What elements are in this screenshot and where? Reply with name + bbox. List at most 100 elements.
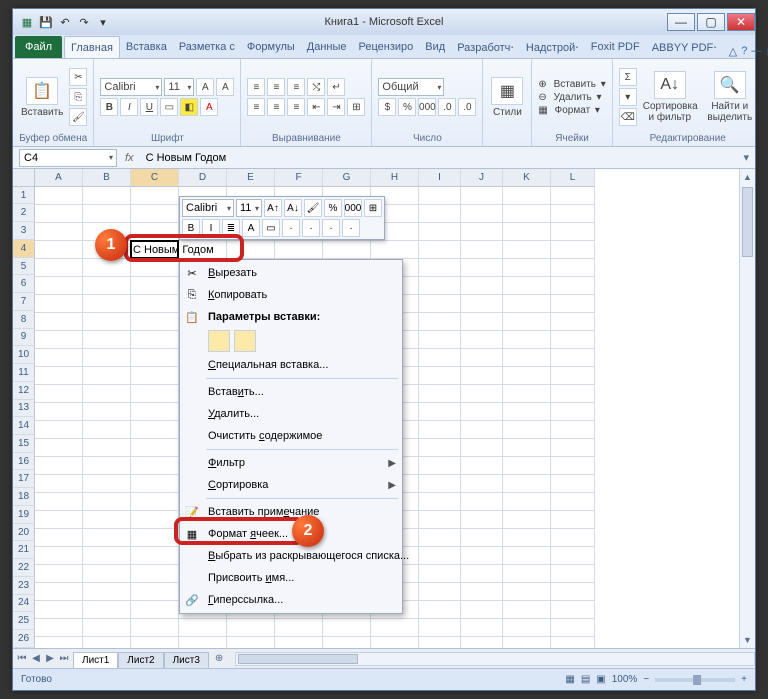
cell[interactable]: [461, 439, 503, 457]
sheet-nav-first-icon[interactable]: ⏮: [15, 653, 29, 664]
column-header[interactable]: A: [35, 169, 83, 187]
cells-format-button[interactable]: ▦ Формат ▾: [538, 105, 605, 116]
mini-toolbar-icon[interactable]: A: [242, 219, 260, 237]
row-header[interactable]: 6: [13, 275, 35, 293]
cell[interactable]: [551, 511, 595, 529]
font-color-icon[interactable]: A: [200, 98, 218, 116]
new-sheet-icon[interactable]: ⊕: [209, 653, 229, 664]
cell[interactable]: [323, 619, 371, 637]
mini-toolbar-icon[interactable]: B: [182, 219, 200, 237]
cell[interactable]: [35, 187, 83, 205]
row-header[interactable]: 1: [13, 187, 35, 205]
cell[interactable]: [83, 313, 131, 331]
cell[interactable]: [227, 637, 275, 648]
mini-toolbar-icon[interactable]: A↑: [264, 199, 282, 217]
context-menu-item[interactable]: Очистить содержимое: [180, 425, 402, 447]
sheet-tab[interactable]: Лист2: [118, 652, 163, 668]
cell[interactable]: [461, 331, 503, 349]
vertical-scrollbar[interactable]: ▲ ▼: [739, 169, 755, 648]
cell[interactable]: [35, 349, 83, 367]
cell[interactable]: [275, 637, 323, 648]
context-menu-item[interactable]: 📋Параметры вставки:: [180, 306, 402, 328]
cell[interactable]: [551, 241, 595, 259]
cell[interactable]: С Новым Годом: [131, 241, 179, 259]
cell[interactable]: [35, 259, 83, 277]
cell[interactable]: [83, 511, 131, 529]
column-header[interactable]: H: [371, 169, 419, 187]
cell[interactable]: [419, 511, 461, 529]
mini-toolbar-icon[interactable]: 🖌: [304, 199, 322, 217]
cell[interactable]: [35, 511, 83, 529]
cut-icon[interactable]: ✂: [69, 68, 87, 86]
cell[interactable]: [227, 619, 275, 637]
sort-filter-button[interactable]: A↓ Сортировка и фильтр: [641, 69, 699, 125]
sheet-tab[interactable]: Лист3: [164, 652, 209, 668]
cell[interactable]: [35, 385, 83, 403]
select-all-corner[interactable]: [13, 169, 35, 187]
mini-toolbar-icon[interactable]: ·: [342, 219, 360, 237]
cell[interactable]: [551, 601, 595, 619]
cell[interactable]: [35, 529, 83, 547]
cell[interactable]: [551, 295, 595, 313]
qat-dropdown-icon[interactable]: ▾: [95, 14, 111, 30]
cell[interactable]: [131, 601, 179, 619]
maximize-button[interactable]: ▢: [697, 13, 725, 31]
italic-icon[interactable]: I: [120, 98, 138, 116]
zoom-value[interactable]: 100%: [612, 674, 638, 685]
cell[interactable]: [461, 475, 503, 493]
cell[interactable]: [83, 565, 131, 583]
row-header[interactable]: 20: [13, 524, 35, 542]
sheet-nav-last-icon[interactable]: ⏭: [57, 653, 71, 664]
column-header[interactable]: G: [323, 169, 371, 187]
ribbon-tab-5[interactable]: Рецензиро: [353, 36, 420, 58]
bold-icon[interactable]: B: [100, 98, 118, 116]
collapse-ribbon-icon[interactable]: △: [729, 45, 737, 58]
mini-toolbar-icon[interactable]: %: [324, 199, 342, 217]
shrink-font-icon[interactable]: A: [216, 78, 234, 96]
row-header[interactable]: 5: [13, 258, 35, 276]
cell[interactable]: [131, 295, 179, 313]
cell[interactable]: [503, 475, 551, 493]
cell[interactable]: [551, 637, 595, 648]
row-header[interactable]: 8: [13, 311, 35, 329]
cell[interactable]: [131, 493, 179, 511]
column-header[interactable]: F: [275, 169, 323, 187]
cell[interactable]: [371, 619, 419, 637]
ribbon-tab-2[interactable]: Разметка с: [173, 36, 241, 58]
cell[interactable]: [83, 583, 131, 601]
row-header[interactable]: 7: [13, 293, 35, 311]
context-menu-item[interactable]: Фильтр▶: [180, 452, 402, 474]
cell[interactable]: [419, 205, 461, 223]
cell[interactable]: [83, 547, 131, 565]
cell[interactable]: [419, 241, 461, 259]
cell[interactable]: [83, 295, 131, 313]
mini-toolbar-icon[interactable]: ·: [282, 219, 300, 237]
cell[interactable]: [131, 277, 179, 295]
cell[interactable]: [551, 385, 595, 403]
cell[interactable]: [131, 457, 179, 475]
cell[interactable]: [461, 619, 503, 637]
row-header[interactable]: 15: [13, 435, 35, 453]
row-header[interactable]: 13: [13, 400, 35, 418]
row-header[interactable]: 2: [13, 204, 35, 222]
ribbon-tab-4[interactable]: Данные: [301, 36, 353, 58]
autosum-icon[interactable]: Σ: [619, 68, 637, 86]
zoom-slider[interactable]: [655, 678, 735, 682]
number-format-combo[interactable]: Общий: [378, 78, 444, 96]
paste-button[interactable]: 📋 Вставить: [19, 75, 65, 120]
cell[interactable]: [461, 529, 503, 547]
row-header[interactable]: 17: [13, 470, 35, 488]
cell[interactable]: [131, 187, 179, 205]
column-header[interactable]: E: [227, 169, 275, 187]
cell[interactable]: [551, 205, 595, 223]
cell[interactable]: [551, 493, 595, 511]
cell[interactable]: [35, 205, 83, 223]
context-menu-item[interactable]: ⎘Копировать: [180, 284, 402, 306]
close-button[interactable]: ✕: [727, 13, 755, 31]
cell[interactable]: [503, 277, 551, 295]
cell[interactable]: [83, 637, 131, 648]
styles-button[interactable]: ▦ Стили: [489, 75, 525, 120]
cell[interactable]: [461, 241, 503, 259]
cell[interactable]: [503, 187, 551, 205]
fill-icon[interactable]: ▾: [619, 88, 637, 106]
